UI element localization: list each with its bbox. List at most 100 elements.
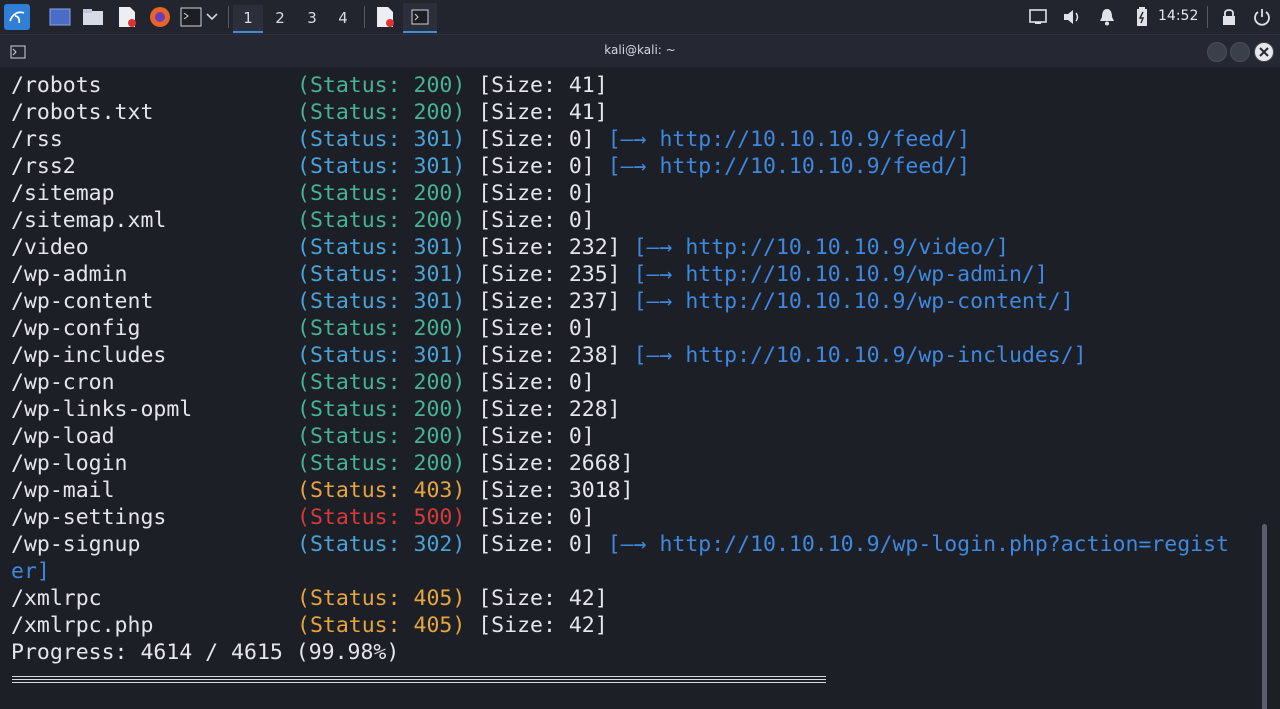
status-code: (Status: 200): [297, 316, 466, 341]
output-line: /wp-config (Status: 200) [Size: 0]: [11, 315, 1229, 342]
status-code: (Status: 301): [297, 127, 466, 152]
size-value: [Size: 0]: [478, 370, 595, 395]
output-path: /xmlrpc.php: [11, 613, 154, 638]
output-line: /wp-links-opml (Status: 200) [Size: 228]: [11, 396, 1229, 423]
bell-icon[interactable]: [1095, 5, 1119, 29]
close-icon: [1259, 47, 1269, 57]
workspace-1[interactable]: 1: [233, 5, 263, 33]
maximize-button[interactable]: [1230, 42, 1250, 62]
status-code: (Status: 302): [297, 532, 466, 557]
workspace-3[interactable]: 3: [297, 5, 327, 31]
gobuster-output: /robots (Status: 200) [Size: 41]/robots.t…: [11, 72, 1229, 666]
status-code: (Status: 200): [297, 370, 466, 395]
status-code: (Status: 200): [297, 451, 466, 476]
status-code: (Status: 301): [297, 262, 466, 287]
size-value: [Size: 3018]: [478, 478, 634, 503]
network-icon[interactable]: [1026, 5, 1050, 29]
output-line: /wp-login (Status: 200) [Size: 2668]: [11, 450, 1229, 477]
status-code: (Status: 301): [297, 289, 466, 314]
file-manager-icon[interactable]: [81, 5, 105, 29]
terminal-icon[interactable]: [179, 5, 203, 29]
output-line: /wp-cron (Status: 200) [Size: 0]: [11, 369, 1229, 396]
workspace-2[interactable]: 2: [265, 5, 295, 31]
status-code: (Status: 405): [297, 586, 466, 611]
output-path: /wp-login: [11, 451, 128, 476]
status-code: (Status: 405): [297, 613, 466, 638]
firefox-icon[interactable]: [148, 5, 172, 29]
output-line: /xmlrpc (Status: 405) [Size: 42]: [11, 585, 1229, 612]
output-path: /video: [11, 235, 89, 260]
lock-icon[interactable]: [1217, 5, 1241, 29]
output-line: /sitemap (Status: 200) [Size: 0]: [11, 180, 1229, 207]
output-path: /wp-load: [11, 424, 115, 449]
power-icon[interactable]: [1250, 5, 1274, 29]
progress-text: Progress: 4614 / 4615 (99.98%): [11, 640, 400, 665]
status-code: (Status: 403): [297, 478, 466, 503]
status-code: (Status: 200): [297, 424, 466, 449]
status-code: (Status: 200): [297, 100, 466, 125]
size-value: [Size: 0]: [478, 154, 595, 179]
scrollbar[interactable]: [1262, 524, 1267, 709]
status-code: (Status: 301): [297, 154, 466, 179]
status-code: (Status: 200): [297, 397, 466, 422]
size-value: [Size: 0]: [478, 127, 595, 152]
size-value: [Size: 235]: [478, 262, 621, 287]
size-value: [Size: 2668]: [478, 451, 634, 476]
close-button[interactable]: [1254, 42, 1274, 62]
status-code: (Status: 200): [297, 73, 466, 98]
output-path: /rss: [11, 127, 63, 152]
redirect-link[interactable]: [—→ http://10.10.10.9/wp-admin/]: [634, 262, 1048, 287]
separator: [364, 6, 365, 28]
output-line: /rss2 (Status: 301) [Size: 0] [—→ http://…: [11, 153, 1229, 180]
volume-icon[interactable]: [1061, 5, 1085, 29]
size-value: [Size: 0]: [478, 208, 595, 233]
output-path: /wp-signup: [11, 532, 141, 557]
terminal-output[interactable]: /robots (Status: 200) [Size: 41]/robots.t…: [0, 67, 1280, 709]
redirect-link[interactable]: [—→ http://10.10.10.9/feed/]: [608, 154, 970, 179]
redirect-link[interactable]: [—→ http://10.10.10.9/video/]: [634, 235, 1009, 260]
output-line: /wp-load (Status: 200) [Size: 0]: [11, 423, 1229, 450]
size-value: [Size: 42]: [478, 613, 608, 638]
output-path: /wp-cron: [11, 370, 115, 395]
output-line: /sitemap.xml (Status: 200) [Size: 0]: [11, 207, 1229, 234]
output-line: /robots.txt (Status: 200) [Size: 41]: [11, 99, 1229, 126]
status-code: (Status: 200): [297, 181, 466, 206]
size-value: [Size: 0]: [478, 505, 595, 530]
output-line: /wp-admin (Status: 301) [Size: 235] [—→ h…: [11, 261, 1229, 288]
output-line: /wp-settings (Status: 500) [Size: 0]: [11, 504, 1229, 531]
window-title: kali@kali: ~: [604, 43, 676, 57]
terminal-task-icon[interactable]: [403, 3, 437, 33]
battery-icon: [1130, 5, 1154, 29]
redirect-link[interactable]: [—→ http://10.10.10.9/wp-includes/]: [634, 343, 1087, 368]
workspace-4[interactable]: 4: [328, 5, 358, 31]
output-path: /wp-settings: [11, 505, 167, 530]
chevron-down-icon[interactable]: [204, 5, 220, 29]
output-path: /wp-links-opml: [11, 397, 193, 422]
output-path: /robots.txt: [11, 100, 154, 125]
separator: [228, 6, 229, 28]
output-line: /rss (Status: 301) [Size: 0] [—→ http://1…: [11, 126, 1229, 153]
output-path: /wp-admin: [11, 262, 128, 287]
size-value: [Size: 0]: [478, 181, 595, 206]
output-path: /wp-config: [11, 316, 141, 341]
output-line: /wp-signup (Status: 302) [Size: 0] [—→ ht…: [11, 531, 1229, 558]
redirect-link[interactable]: [—→ http://10.10.10.9/wp-login.php?actio…: [608, 532, 1229, 557]
cpu-graph: [879, 26, 1019, 41]
redirect-link[interactable]: [—→ http://10.10.10.9/wp-content/]: [634, 289, 1074, 314]
desktop-icon[interactable]: [48, 5, 72, 29]
terminal-titlebar[interactable]: kali@kali: ~: [0, 35, 1280, 67]
pdf-task-icon[interactable]: [373, 5, 397, 29]
kali-menu-icon[interactable]: [4, 4, 30, 30]
text-editor-icon[interactable]: [115, 5, 139, 29]
redirect-link[interactable]: [—→ http://10.10.10.9/feed/]: [608, 127, 970, 152]
minimize-button[interactable]: [1207, 42, 1227, 62]
size-value: [Size: 0]: [478, 316, 595, 341]
redirect-link-cont[interactable]: er]: [11, 559, 50, 584]
size-value: [Size: 232]: [478, 235, 621, 260]
output-path: /wp-includes: [11, 343, 167, 368]
output-path: /robots: [11, 73, 102, 98]
output-path: /xmlrpc: [11, 586, 102, 611]
clock[interactable]: 14:52: [1158, 8, 1198, 24]
output-path: /wp-mail: [11, 478, 115, 503]
output-line: /robots (Status: 200) [Size: 41]: [11, 72, 1229, 99]
